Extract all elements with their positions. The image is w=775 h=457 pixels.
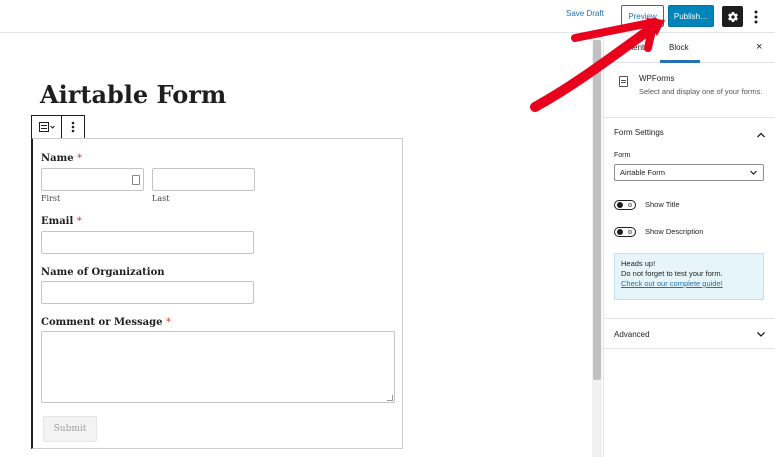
comment-label-text: Comment or Message (41, 317, 163, 328)
notice-text: Do not forget to test your form. (621, 269, 723, 278)
editor-header: Save Draft Preview Publish… (0, 0, 775, 33)
last-name-input[interactable] (152, 168, 255, 191)
form-select-value: Airtable Form (620, 168, 666, 177)
show-description-toggle[interactable] (614, 227, 636, 237)
close-sidebar-button[interactable]: × (756, 41, 762, 53)
notice-heading: Heads up! (621, 259, 656, 268)
gear-icon (727, 11, 738, 22)
email-label: Email * (41, 216, 82, 227)
show-title-label: Show Title (645, 200, 680, 209)
show-description-row: Show Description (614, 226, 764, 238)
post-title[interactable]: Airtable Form (40, 80, 226, 109)
email-input[interactable] (41, 231, 254, 254)
tab-block[interactable]: Block (669, 43, 689, 52)
advanced-title: Advanced (614, 330, 650, 339)
comment-label: Comment or Message * (41, 317, 171, 328)
comment-textarea[interactable] (41, 331, 395, 403)
toggle-knob (617, 229, 623, 235)
resize-handle[interactable] (387, 395, 393, 401)
tab-document[interactable]: ument (622, 43, 644, 52)
guide-link[interactable]: Check out our complete guide! (621, 279, 757, 289)
chevron-down-icon (757, 332, 765, 337)
name-label-text: Name (41, 153, 74, 164)
form-select[interactable]: Airtable Form (614, 164, 764, 181)
form-settings-toggle[interactable]: Form Settings (604, 122, 775, 144)
publish-button[interactable]: Publish… (668, 5, 714, 27)
form-block-icon (38, 122, 55, 132)
form-settings-title: Form Settings (614, 128, 664, 137)
first-sublabel: First (41, 194, 61, 203)
block-toolbar (31, 115, 85, 139)
vertical-ellipsis-icon (71, 121, 75, 133)
toggle-off-indicator (628, 203, 632, 207)
password-manager-icon (132, 175, 140, 185)
settings-button[interactable] (722, 6, 743, 27)
vertical-ellipsis-icon (754, 10, 758, 23)
submit-button[interactable]: Submit (43, 416, 97, 442)
sidebar-tabs: ument Block × (604, 34, 775, 63)
wpforms-icon (619, 76, 628, 87)
advanced-panel-toggle[interactable]: Advanced (604, 319, 775, 349)
form-select-label: Form (614, 152, 631, 159)
chevron-down-icon (750, 170, 757, 175)
required-mark: * (76, 216, 82, 227)
settings-sidebar: ument Block × WPForms Select and display… (603, 34, 775, 457)
organization-label: Name of Organization (41, 267, 165, 278)
more-options-button[interactable] (749, 6, 763, 27)
organization-input[interactable] (41, 281, 254, 304)
save-draft-link[interactable]: Save Draft (566, 9, 604, 18)
block-card-title: WPForms (639, 74, 675, 83)
email-label-text: Email (41, 216, 74, 227)
heads-up-notice: Heads up! Do not forget to test your for… (614, 253, 764, 300)
block-card-description: Select and display one of your forms. (639, 87, 763, 96)
editor-scrollbar-thumb[interactable] (593, 40, 601, 380)
toggle-knob (617, 202, 623, 208)
block-more-options-button[interactable] (62, 116, 84, 138)
chevron-up-icon (757, 132, 765, 138)
show-title-toggle[interactable] (614, 200, 636, 210)
form-settings-panel: Form Settings Form Airtable Form Show Ti… (604, 118, 775, 319)
name-label: Name * (41, 153, 82, 164)
required-mark: * (165, 317, 171, 328)
last-sublabel: Last (152, 194, 170, 203)
toggle-off-indicator (628, 230, 632, 234)
show-description-label: Show Description (645, 227, 704, 236)
block-switcher-button[interactable] (32, 116, 62, 138)
first-name-input[interactable] (41, 168, 144, 191)
show-title-row: Show Title (614, 199, 764, 211)
wpforms-block[interactable]: Name * First Last Email * Name of Organi… (31, 138, 403, 449)
required-mark: * (77, 153, 83, 164)
block-card: WPForms Select and display one of your f… (604, 63, 775, 118)
preview-button[interactable]: Preview (621, 5, 664, 27)
